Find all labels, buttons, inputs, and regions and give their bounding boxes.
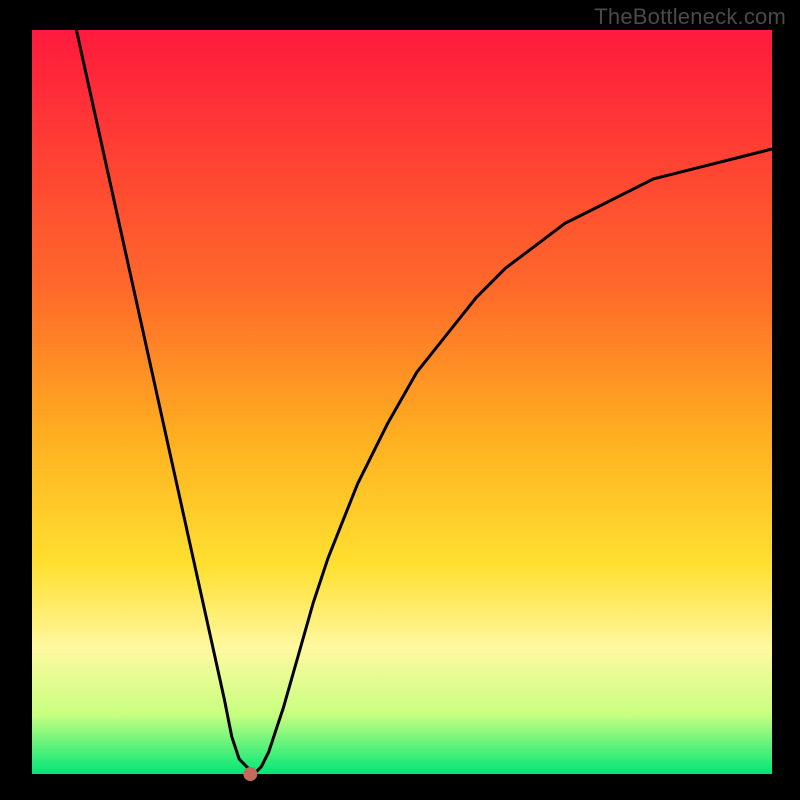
chart-stage: TheBottleneck.com — [0, 0, 800, 800]
bottleneck-chart — [0, 0, 800, 800]
plot-background — [32, 30, 772, 774]
watermark-label: TheBottleneck.com — [594, 4, 786, 30]
optimal-marker — [243, 767, 257, 781]
